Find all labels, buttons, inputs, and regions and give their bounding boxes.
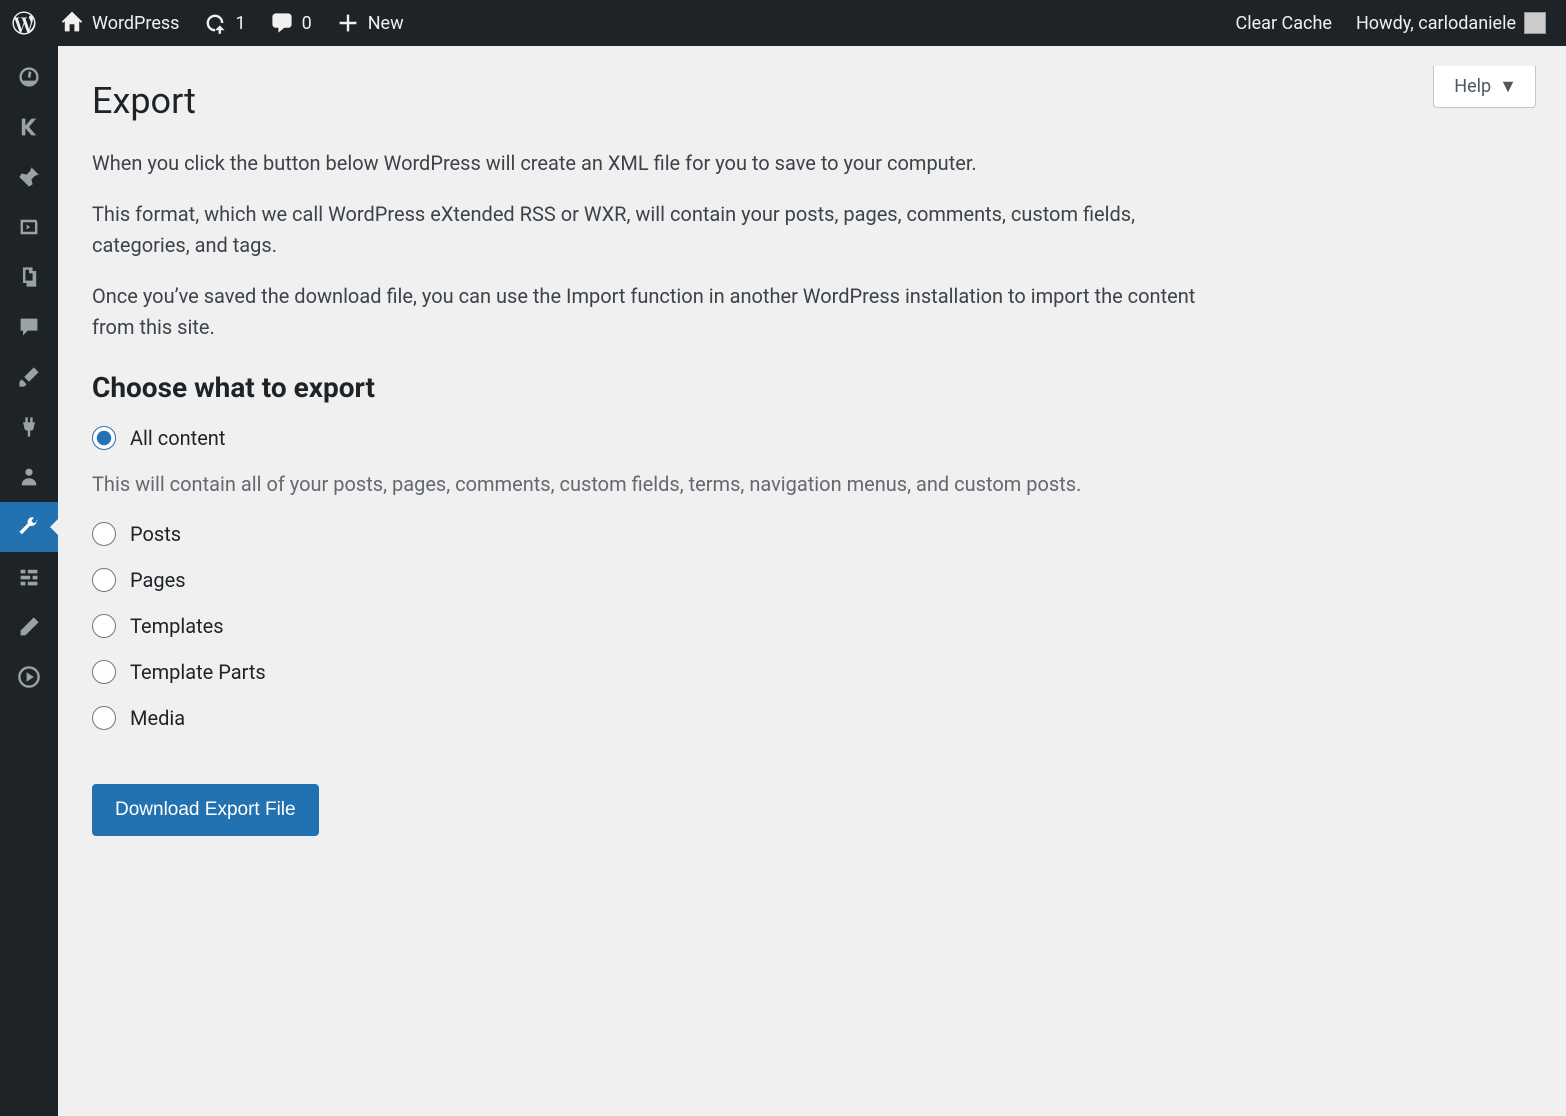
download-export-button[interactable]: Download Export File: [92, 784, 319, 836]
label-template-parts[interactable]: Template Parts: [130, 660, 266, 684]
option-templates[interactable]: Templates: [92, 614, 1536, 638]
option-media[interactable]: Media: [92, 706, 1536, 730]
option-pages[interactable]: Pages: [92, 568, 1536, 592]
sidebar-appearance[interactable]: [0, 352, 58, 402]
radio-templates[interactable]: [92, 614, 116, 638]
sidebar-settings[interactable]: [0, 552, 58, 602]
user-icon: [17, 465, 41, 489]
option-template-parts[interactable]: Template Parts: [92, 660, 1536, 684]
choose-export-heading: Choose what to export: [92, 371, 1536, 404]
sidebar-tools[interactable]: [0, 502, 58, 552]
updates-link[interactable]: 1: [191, 0, 257, 46]
updates-count: 1: [235, 13, 245, 34]
sidebar-comments[interactable]: [0, 302, 58, 352]
new-content-link[interactable]: New: [324, 0, 416, 46]
play-circle-icon: [17, 665, 41, 689]
radio-all-content[interactable]: [92, 426, 116, 450]
comment-icon: [17, 315, 41, 339]
wordpress-icon: [12, 11, 36, 35]
page-wrap: Help ▼ Export When you click the button …: [58, 0, 1566, 876]
chevron-down-icon: ▼: [1499, 76, 1517, 97]
updates-icon: [203, 11, 227, 35]
tools-icon: [17, 515, 41, 539]
option-posts[interactable]: Posts: [92, 522, 1536, 546]
brush-icon: [17, 365, 41, 389]
radio-pages[interactable]: [92, 568, 116, 592]
sidebar-users[interactable]: [0, 452, 58, 502]
clear-cache-link[interactable]: Clear Cache: [1224, 0, 1344, 46]
pages-icon: [17, 265, 41, 289]
pin-icon: [17, 165, 41, 189]
label-posts[interactable]: Posts: [130, 522, 181, 546]
new-label: New: [368, 13, 404, 34]
settings-icon: [17, 565, 41, 589]
sidebar-plugins[interactable]: [0, 402, 58, 452]
export-desc-1: When you click the button below WordPres…: [92, 148, 1232, 179]
howdy-account[interactable]: Howdy, carlodaniele: [1344, 0, 1558, 46]
site-name: WordPress: [92, 13, 179, 34]
label-all-content[interactable]: All content: [130, 426, 225, 450]
dashboard-icon: [17, 65, 41, 89]
plugin-icon: [17, 415, 41, 439]
sidebar-dashboard[interactable]: [0, 52, 58, 102]
sidebar-play[interactable]: [0, 652, 58, 702]
help-tab[interactable]: Help ▼: [1433, 66, 1536, 108]
sidebar-media[interactable]: [0, 202, 58, 252]
radio-media[interactable]: [92, 706, 116, 730]
home-icon: [60, 11, 84, 35]
wp-logo[interactable]: [0, 0, 48, 46]
plus-icon: [336, 11, 360, 35]
all-content-hint: This will contain all of your posts, pag…: [92, 472, 1232, 496]
avatar: [1524, 12, 1546, 34]
admin-bar: WordPress 1 0 New Clear Cache Howdy, car…: [0, 0, 1566, 46]
page-title: Export: [92, 66, 1536, 132]
sidebar-kinsta[interactable]: [0, 102, 58, 152]
sidebar-edit[interactable]: [0, 602, 58, 652]
option-all-content[interactable]: All content: [92, 426, 1536, 450]
admin-sidebar: [0, 46, 58, 1116]
export-desc-2: This format, which we call WordPress eXt…: [92, 199, 1232, 261]
comments-icon: [270, 11, 294, 35]
label-media[interactable]: Media: [130, 706, 185, 730]
pencil-icon: [17, 615, 41, 639]
media-icon: [17, 215, 41, 239]
radio-posts[interactable]: [92, 522, 116, 546]
radio-template-parts[interactable]: [92, 660, 116, 684]
site-home[interactable]: WordPress: [48, 0, 191, 46]
comments-link[interactable]: 0: [258, 0, 324, 46]
sidebar-pages[interactable]: [0, 252, 58, 302]
label-templates[interactable]: Templates: [130, 614, 224, 638]
k-icon: [17, 115, 41, 139]
sidebar-posts[interactable]: [0, 152, 58, 202]
export-desc-3: Once you’ve saved the download file, you…: [92, 281, 1232, 343]
comments-count: 0: [302, 13, 312, 34]
label-pages[interactable]: Pages: [130, 568, 186, 592]
